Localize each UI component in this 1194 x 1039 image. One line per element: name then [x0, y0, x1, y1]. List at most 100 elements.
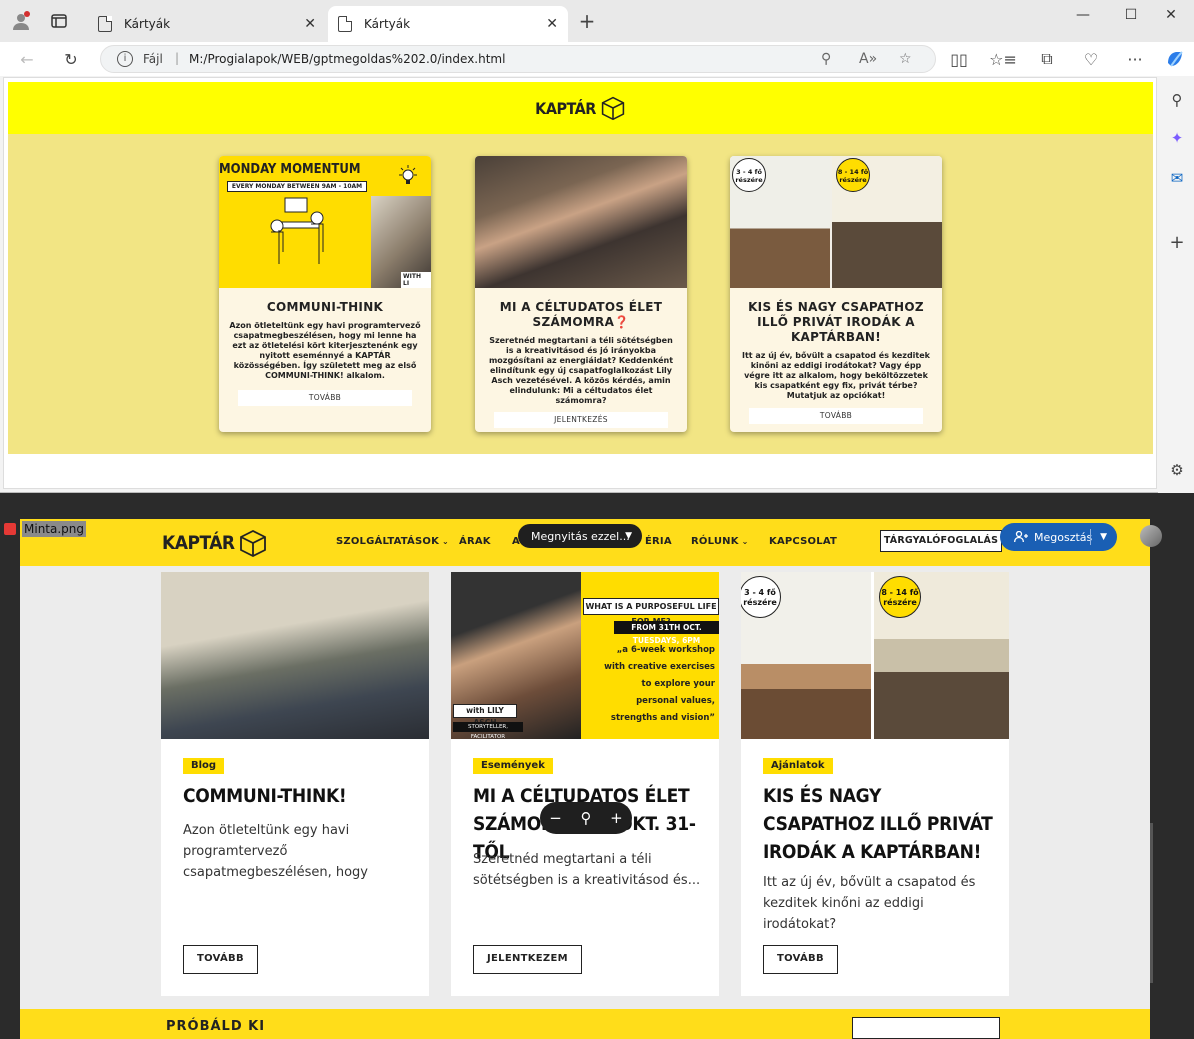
booking-button: TÁRGYALÓFOGLALÁS: [880, 530, 1002, 552]
nav-prices: ÁRAK: [459, 536, 491, 547]
image-title: MONDAY MOMENTUM: [219, 162, 361, 177]
info-icon[interactable]: i: [117, 51, 133, 67]
tab-label: Kártyák: [124, 17, 171, 31]
file-label: Minta.png: [4, 521, 87, 537]
tab-actions-icon[interactable]: [46, 8, 72, 34]
page-icon: [338, 16, 352, 32]
minimize-icon[interactable]: —: [1060, 4, 1106, 26]
edge-sidebar: ⚲ ✦ ✉ + ⚙: [1158, 76, 1194, 493]
reference-bottom-section: PRÓBÁLD KI: [20, 1009, 1150, 1039]
image-subtitle: EVERY MONDAY BETWEEN 9AM - 10AM: [227, 181, 367, 192]
tab-label: Kártyák: [364, 17, 411, 31]
close-tab-icon[interactable]: ✕: [304, 16, 316, 32]
collections-icon[interactable]: ⧉: [1034, 47, 1060, 71]
card-image: MONDAY MOMENTUM EVERY MONDAY BETWEEN 9AM…: [219, 156, 431, 288]
card-text: Itt az új év, bővült a csapatod és kezdi…: [741, 351, 930, 400]
share-button[interactable]: Megosztás ▼: [1000, 523, 1117, 551]
settings-icon[interactable]: ⚙: [1167, 460, 1187, 480]
browser-window: Kártyák ✕ Kártyák ✕ + — ☐ ✕ ← ↻ i Fájl |…: [0, 0, 1194, 493]
badge-small-team: 3 - 4 fő részére: [732, 158, 766, 192]
poster-description: „a 6-week workshop with creative exercis…: [604, 645, 715, 723]
office-photo: 3 - 4 fő részére 8 - 14 fő részére: [730, 156, 942, 288]
people-icon: [1014, 531, 1028, 543]
address-row: ← ↻ i Fájl | M:/Progialapok/WEB/gptmegol…: [0, 42, 1194, 76]
more-button[interactable]: TOVÁBB: [238, 390, 412, 406]
poster-with: with LILY ASCH: [453, 704, 517, 727]
url-scheme: Fájl: [143, 52, 163, 66]
scrollbar[interactable]: [1150, 823, 1153, 983]
zoom-icon[interactable]: ⚲: [821, 51, 831, 67]
card-title: KIS ÉS NAGY CSAPATHOZ ILLŐ PRIVÁT IRODÁK…: [748, 300, 924, 344]
card-purposeful-life: MI A CÉLTUDATOS ÉLET SZÁMOMRA❓ Szeretnéd…: [475, 156, 687, 432]
office-photo: 3 - 4 fő részére 8 - 14 fő részére: [741, 572, 1009, 739]
meeting-photo: [161, 572, 429, 739]
portrait-photo: WITH LI: [371, 196, 431, 288]
tab-2[interactable]: Kártyák ✕: [328, 6, 568, 42]
outlook-icon[interactable]: ✉: [1167, 168, 1187, 188]
category-tag: Blog: [183, 758, 225, 774]
split-screen-icon[interactable]: ▯▯: [946, 47, 972, 71]
category-tag: Események: [473, 758, 553, 774]
new-tab-icon[interactable]: +: [574, 8, 600, 34]
zoom-in-icon[interactable]: +: [610, 809, 623, 827]
meeting-illustration: [270, 197, 324, 264]
refresh-icon[interactable]: ↻: [58, 47, 84, 71]
close-window-icon[interactable]: ✕: [1148, 4, 1194, 26]
site-header: KAPTÁR: [8, 82, 1153, 134]
nav-contact: KAPCSOLAT: [769, 536, 838, 547]
copilot-sidebar-icon[interactable]: ✦: [1167, 128, 1187, 148]
signup-button[interactable]: JELENTKEZÉS: [494, 412, 668, 428]
image-with: WITH LI: [401, 272, 431, 288]
search-icon[interactable]: ⚲: [1167, 90, 1187, 110]
page-icon: [98, 16, 112, 32]
read-aloud-icon[interactable]: A»: [859, 51, 877, 67]
profile-icon[interactable]: [8, 8, 34, 34]
poster-date: FROM 31TH OCT. TUESDAYS, 6PM: [614, 621, 719, 645]
image-viewer-window: KAPTÁR SZOLGÁLTATÁSOK ⌄ ÁRAK A ÉRIA RÓLUN…: [0, 493, 1194, 1039]
card-area: MONDAY MOMENTUM EVERY MONDAY BETWEEN 9AM…: [8, 134, 1153, 454]
zoom-out-icon[interactable]: −: [549, 809, 562, 827]
card-text: Szeretnéd megtartani a téli sötétségben …: [488, 336, 674, 405]
add-icon[interactable]: +: [1167, 232, 1187, 253]
reference-card-events: WHAT IS A PURPOSEFUL LIFE FOR ME? FROM 3…: [451, 572, 719, 996]
close-tab-icon[interactable]: ✕: [546, 16, 558, 32]
image-file-icon: [4, 523, 16, 535]
more-button[interactable]: TOVÁBB: [749, 408, 923, 424]
tab-bar: Kártyák ✕ Kártyák ✕ + — ☐ ✕: [0, 0, 1194, 42]
cube-icon: [239, 529, 266, 558]
caret-down-icon[interactable]: ▼: [1100, 532, 1107, 542]
badge-large-team: 8 - 14 fő részére: [879, 576, 921, 618]
card-communi-think: MONDAY MOMENTUM EVERY MONDAY BETWEEN 9AM…: [219, 156, 431, 432]
card-text: Szeretnéd megtartani a téli sötétségben …: [473, 852, 701, 888]
category-tag: Ajánlatok: [763, 758, 833, 774]
open-with-button[interactable]: Megnyitás ezzel... ▼: [518, 524, 642, 548]
health-icon[interactable]: ♡: [1078, 47, 1104, 71]
poster-role: STORYTELLER, FACILITATOR: [453, 722, 523, 739]
address-bar[interactable]: i Fájl | M:/Progialapok/WEB/gptmegoldas%…: [100, 45, 936, 73]
chevron-down-icon: ⌄: [741, 537, 749, 546]
card-private-offices: 3 - 4 fő részére 8 - 14 fő részére KIS É…: [730, 156, 942, 432]
card-text: Itt az új év, bővült a csapatod és kezdi…: [763, 875, 976, 932]
favorite-icon[interactable]: ☆: [899, 51, 912, 67]
card-text: Azon ötleteltünk egy havi programtervező…: [183, 823, 368, 880]
reference-card-blog: Blog COMMUNI-THINK! Azon ötleteltünk egy…: [161, 572, 429, 996]
card-text: Azon ötleteltünk egy havi programtervező…: [229, 321, 421, 380]
caret-down-icon: ▼: [625, 531, 632, 541]
copilot-icon[interactable]: [1162, 47, 1188, 71]
favorites-icon[interactable]: ☆≡: [989, 47, 1017, 71]
site-logo[interactable]: KAPTÁR: [535, 95, 626, 121]
page-viewport: KAPTÁR MONDAY MOMENTUM EVERY MONDAY BETW…: [3, 77, 1157, 489]
more-icon[interactable]: ···: [1122, 47, 1148, 71]
tab-1[interactable]: Kártyák ✕: [88, 6, 326, 42]
reference-card-offers: 3 - 4 fő részére 8 - 14 fő részére Ajánl…: [741, 572, 1009, 996]
card-title: KIS ÉS NAGY CSAPATHOZ ILLŐ PRIVÁT IRODÁK…: [763, 785, 993, 863]
back-icon[interactable]: ←: [14, 47, 40, 71]
workshop-poster: WHAT IS A PURPOSEFUL LIFE FOR ME? FROM 3…: [451, 572, 719, 739]
zoom-icon[interactable]: ⚲: [580, 809, 591, 827]
badge-large-team: 8 - 14 fő részére: [836, 158, 870, 192]
chevron-down-icon: ⌄: [442, 537, 449, 546]
url-text[interactable]: M:/Progialapok/WEB/gptmegoldas%202.0/ind…: [189, 52, 505, 66]
avatar[interactable]: [1140, 525, 1162, 547]
url-separator: |: [175, 51, 180, 65]
card-title: MI A CÉLTUDATOS ÉLET SZÁMOMRA❓: [499, 300, 663, 329]
